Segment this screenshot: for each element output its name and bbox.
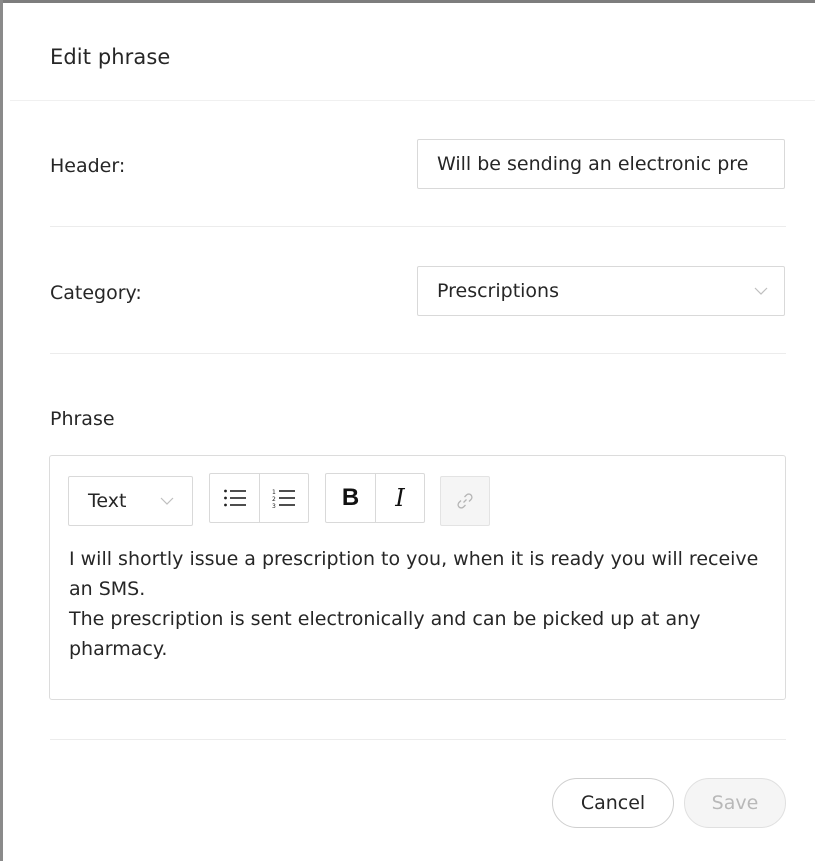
category-label: Category:: [50, 282, 142, 304]
header-input[interactable]: Will be sending an electronic pre: [417, 139, 785, 189]
footer-divider: [50, 739, 786, 740]
phrase-label: Phrase: [50, 408, 115, 430]
header-label: Header:: [50, 155, 126, 177]
header-input-value: Will be sending an electronic pre: [437, 153, 749, 175]
dialog-title: Edit phrase: [50, 45, 171, 69]
italic-button[interactable]: I: [375, 474, 424, 522]
svg-text:1: 1: [272, 489, 276, 496]
category-divider: [50, 353, 786, 354]
bullet-list-button[interactable]: [210, 474, 259, 522]
format-select[interactable]: Text: [68, 476, 193, 526]
chevron-down-icon: [754, 287, 768, 295]
format-select-value: Text: [88, 490, 127, 512]
numbered-list-icon: 1 2 3: [272, 489, 295, 508]
bullet-list-icon: [223, 489, 246, 507]
header-divider: [50, 226, 786, 227]
format-button-group: B I: [325, 473, 425, 523]
window-top-border: [0, 0, 815, 3]
chevron-down-icon: [160, 497, 174, 505]
window-left-border: [0, 0, 3, 861]
svg-text:2: 2: [272, 496, 276, 503]
link-button[interactable]: [440, 476, 490, 526]
editor-paragraph: The prescription is sent electronically …: [69, 608, 701, 660]
editor-paragraph: I will shortly issue a prescription to y…: [69, 548, 759, 600]
list-button-group: 1 2 3: [209, 473, 309, 523]
category-select[interactable]: Prescriptions: [417, 266, 785, 316]
cancel-button[interactable]: Cancel: [552, 778, 674, 828]
phrase-editor: Text 1 2 3 B I I will shortly issue a pr…: [49, 455, 786, 700]
edit-phrase-dialog: Edit phrase Header: Will be sending an e…: [10, 13, 815, 861]
editor-content[interactable]: I will shortly issue a prescription to y…: [69, 544, 769, 664]
bold-button[interactable]: B: [326, 474, 375, 522]
link-icon: [457, 493, 473, 509]
svg-text:3: 3: [272, 503, 276, 508]
title-divider: [10, 100, 815, 101]
category-select-value: Prescriptions: [437, 280, 559, 302]
save-button[interactable]: Save: [684, 778, 786, 828]
numbered-list-button[interactable]: 1 2 3: [259, 474, 308, 522]
